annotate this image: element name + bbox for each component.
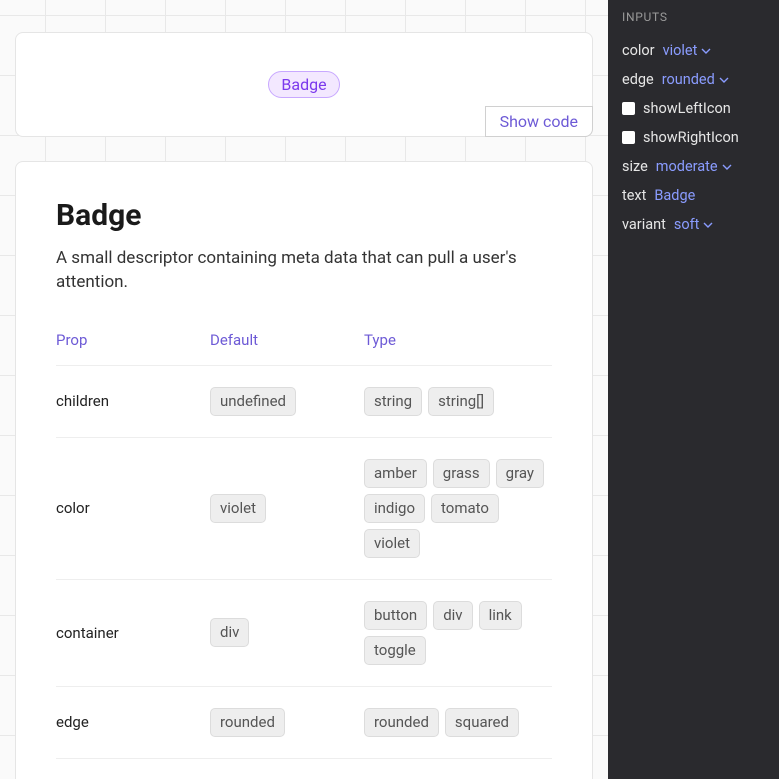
type-chip: indigo xyxy=(364,494,425,523)
props-table: Prop Default Type children undefined str… xyxy=(56,331,552,779)
chevron-down-icon xyxy=(701,48,711,54)
prop-types: amber grass gray indigo tomato violet xyxy=(364,456,552,561)
input-text[interactable]: text Badge xyxy=(622,181,765,210)
input-label: size xyxy=(622,158,648,175)
input-value-text-field[interactable]: Badge xyxy=(654,187,695,204)
input-value-select[interactable]: soft xyxy=(674,216,714,233)
inputs-sidebar: INPUTS color violet edge rounded showLef… xyxy=(608,0,779,779)
input-value-select[interactable]: rounded xyxy=(662,71,729,88)
input-value-select[interactable]: violet xyxy=(663,42,712,59)
main-content: Badge Show code Badge A small descriptor… xyxy=(0,0,608,779)
default-chip: div xyxy=(210,618,249,647)
input-value-select[interactable]: moderate xyxy=(656,158,732,175)
type-chip: toggle xyxy=(364,636,426,665)
input-label: showRightIcon xyxy=(643,129,739,146)
table-row: edge rounded rounded squared xyxy=(56,686,552,758)
checkbox[interactable] xyxy=(622,131,635,144)
input-value-text: violet xyxy=(663,42,698,59)
input-show-left-icon[interactable]: showLeftIcon xyxy=(622,94,765,123)
header-type: Type xyxy=(364,331,552,349)
component-description: A small descriptor containing meta data … xyxy=(56,247,552,295)
type-chip: string[] xyxy=(428,387,494,416)
input-value-text: rounded xyxy=(662,71,715,88)
sidebar-heading: INPUTS xyxy=(622,10,765,24)
checkbox[interactable] xyxy=(622,102,635,115)
input-color[interactable]: color violet xyxy=(622,36,765,65)
default-chip: violet xyxy=(210,494,266,523)
type-chip: link xyxy=(479,601,522,630)
input-edge[interactable]: edge rounded xyxy=(622,65,765,94)
prop-default: violet xyxy=(210,491,364,526)
table-row: container div button div link toggle xyxy=(56,579,552,686)
prop-default: rounded xyxy=(210,705,364,740)
prop-name: children xyxy=(56,392,210,410)
type-chip: squared xyxy=(445,708,519,737)
prop-name: edge xyxy=(56,713,210,731)
component-title: Badge xyxy=(56,198,552,233)
type-chip: div xyxy=(433,601,472,630)
input-variant[interactable]: variant soft xyxy=(622,210,765,239)
type-chip: tomato xyxy=(431,494,499,523)
props-table-header: Prop Default Type xyxy=(56,331,552,365)
input-label: showLeftIcon xyxy=(643,100,731,117)
table-row: children undefined string string[] xyxy=(56,365,552,437)
header-prop: Prop xyxy=(56,331,210,349)
input-value-text: moderate xyxy=(656,158,718,175)
type-chip: rounded xyxy=(364,708,439,737)
input-value-text: soft xyxy=(674,216,700,233)
prop-name: container xyxy=(56,624,210,642)
chevron-down-icon xyxy=(703,222,713,228)
input-value-text: Badge xyxy=(654,187,695,204)
input-show-right-icon[interactable]: showRightIcon xyxy=(622,123,765,152)
table-row: leftIcon undefined IconComponent xyxy=(56,758,552,779)
prop-types: rounded squared xyxy=(364,705,552,740)
prop-default: undefined xyxy=(210,384,364,419)
input-label: variant xyxy=(622,216,666,233)
type-chip: string xyxy=(364,387,422,416)
docs-card: Badge A small descriptor containing meta… xyxy=(15,161,593,779)
prop-types: string string[] xyxy=(364,384,552,419)
default-chip: rounded xyxy=(210,708,285,737)
chevron-down-icon xyxy=(719,77,729,83)
header-default: Default xyxy=(210,331,364,349)
prop-default: div xyxy=(210,615,364,650)
type-chip: amber xyxy=(364,459,427,488)
preview-card: Badge Show code xyxy=(15,32,593,137)
table-row: color violet amber grass gray indigo tom… xyxy=(56,437,552,579)
default-chip: undefined xyxy=(210,387,296,416)
input-label: text xyxy=(622,187,646,204)
type-chip: violet xyxy=(364,529,420,558)
type-chip: gray xyxy=(496,459,544,488)
chevron-down-icon xyxy=(722,164,732,170)
prop-types: button div link toggle xyxy=(364,598,552,668)
show-code-button[interactable]: Show code xyxy=(485,106,593,137)
input-size[interactable]: size moderate xyxy=(622,152,765,181)
prop-name: color xyxy=(56,499,210,517)
input-label: edge xyxy=(622,71,654,88)
type-chip: button xyxy=(364,601,427,630)
input-label: color xyxy=(622,42,655,59)
type-chip: grass xyxy=(433,459,490,488)
badge-component: Badge xyxy=(268,71,339,98)
